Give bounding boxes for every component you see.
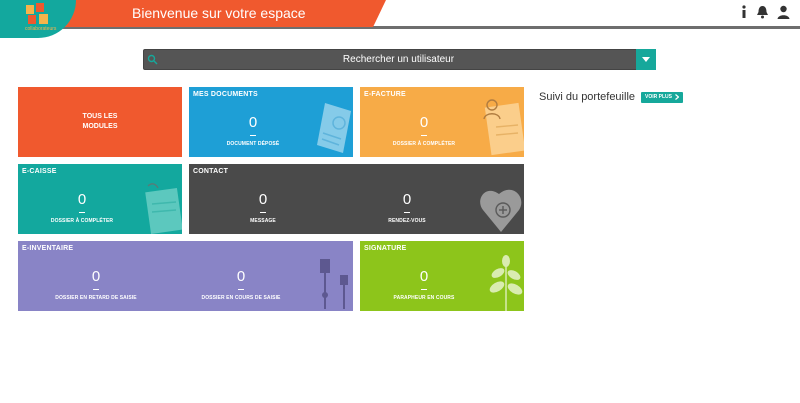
ecaisse-metric: 0 DOSSIER À COMPLÉTER xyxy=(22,191,142,225)
info-icon[interactable] xyxy=(740,5,748,19)
metric-divider xyxy=(250,135,256,136)
tile-my-documents-title: MES DOCUMENTS xyxy=(193,91,258,98)
documents-label: DOCUMENT DÉPOSÉ xyxy=(226,141,280,147)
signature-label: PARAPHEUR EN COURS xyxy=(393,295,455,301)
messages-metric: 0 MESSAGE xyxy=(203,191,323,225)
tile-signature[interactable]: SIGNATURE 0 PARAPHEUR EN COURS xyxy=(360,241,524,311)
search-input[interactable]: Rechercher un utilisateur xyxy=(164,50,633,69)
tile-contact[interactable]: CONTACT 0 MESSAGE 0 RENDEZ-VOUS xyxy=(189,164,524,234)
tile-signature-title: SIGNATURE xyxy=(364,245,407,252)
metric-divider xyxy=(404,212,410,213)
invoice-illustration xyxy=(483,99,524,156)
user-icon[interactable] xyxy=(777,5,790,19)
bell-icon[interactable] xyxy=(756,5,769,19)
welcome-banner: Bienvenue sur votre espace collaborateur… xyxy=(62,0,386,27)
metric-divider xyxy=(79,212,85,213)
late-label: DOSSIER EN RETARD DE SAISIE xyxy=(55,295,137,301)
app-logo[interactable]: collaborateurs xyxy=(0,0,76,38)
ecaisse-label: DOSSIER À COMPLÉTER xyxy=(50,218,114,224)
tile-e-facture-title: E-FACTURE xyxy=(364,91,406,98)
late-metric: 0 DOSSIER EN RETARD DE SAISIE xyxy=(36,268,156,302)
signature-count: 0 xyxy=(419,268,429,285)
tile-e-inventaire-title: E-INVENTAIRE xyxy=(22,245,74,252)
efacture-metric: 0 DOSSIER À COMPLÉTER xyxy=(364,114,484,148)
top-icons xyxy=(740,5,790,19)
heart-plus-illustration xyxy=(480,189,522,232)
tile-all-modules-label: TOUS LES MODULES xyxy=(82,113,118,130)
portfolio-tracking: Suivi du portefeuille VOIR PLUS xyxy=(539,91,683,103)
search-dropdown-button[interactable] xyxy=(636,49,656,70)
appointments-label: RENDEZ-VOUS xyxy=(388,218,426,224)
tile-e-caisse-title: E-CAISSE xyxy=(22,168,57,175)
metric-divider xyxy=(421,289,427,290)
in-progress-metric: 0 DOSSIER EN COURS DE SAISIE xyxy=(181,268,301,302)
metric-divider xyxy=(93,289,99,290)
in-progress-count: 0 xyxy=(236,268,246,285)
tile-all-modules[interactable]: TOUS LES MODULES xyxy=(18,87,182,157)
metric-divider xyxy=(421,135,427,136)
appointments-metric: 0 RENDEZ-VOUS xyxy=(347,191,467,225)
cash-illustration xyxy=(145,183,182,234)
metric-divider xyxy=(238,289,244,290)
inventory-illustration xyxy=(320,259,348,309)
logo-text: collaborateurs xyxy=(25,26,57,32)
signature-metric: 0 PARAPHEUR EN COURS xyxy=(364,268,484,302)
leaf-illustration xyxy=(489,255,523,311)
efacture-count: 0 xyxy=(419,114,429,131)
in-progress-label: DOSSIER EN COURS DE SAISIE xyxy=(201,295,281,301)
logo-icon xyxy=(26,3,48,24)
tile-e-inventaire[interactable]: E-INVENTAIRE 0 DOSSIER EN RETARD DE SAIS… xyxy=(18,241,353,311)
chevron-right-icon xyxy=(675,94,679,100)
tile-e-facture[interactable]: E-FACTURE 0 DOSSIER À COMPLÉTER xyxy=(360,87,524,157)
documents-metric: 0 DOCUMENT DÉPOSÉ xyxy=(193,114,313,148)
messages-label: MESSAGE xyxy=(250,218,276,224)
see-more-label: VOIR PLUS xyxy=(645,94,672,100)
portfolio-title: Suivi du portefeuille xyxy=(539,91,636,103)
chevron-down-icon xyxy=(642,57,650,62)
see-more-button[interactable]: VOIR PLUS xyxy=(641,91,683,103)
tile-e-caisse[interactable]: E-CAISSE 0 DOSSIER À COMPLÉTER xyxy=(18,164,182,234)
documents-illustration xyxy=(317,103,351,153)
ecaisse-count: 0 xyxy=(77,191,87,208)
messages-count: 0 xyxy=(258,191,268,208)
tile-my-documents[interactable]: MES DOCUMENTS 0 DOCUMENT DÉPOSÉ xyxy=(189,87,353,157)
late-count: 0 xyxy=(91,268,101,285)
search-icon xyxy=(147,54,158,65)
user-search-bar[interactable]: Rechercher un utilisateur xyxy=(143,49,656,70)
efacture-label: DOSSIER À COMPLÉTER xyxy=(392,141,456,147)
appointments-count: 0 xyxy=(402,191,412,208)
tile-contact-title: CONTACT xyxy=(193,168,229,175)
metric-divider xyxy=(260,212,266,213)
documents-count: 0 xyxy=(248,114,258,131)
